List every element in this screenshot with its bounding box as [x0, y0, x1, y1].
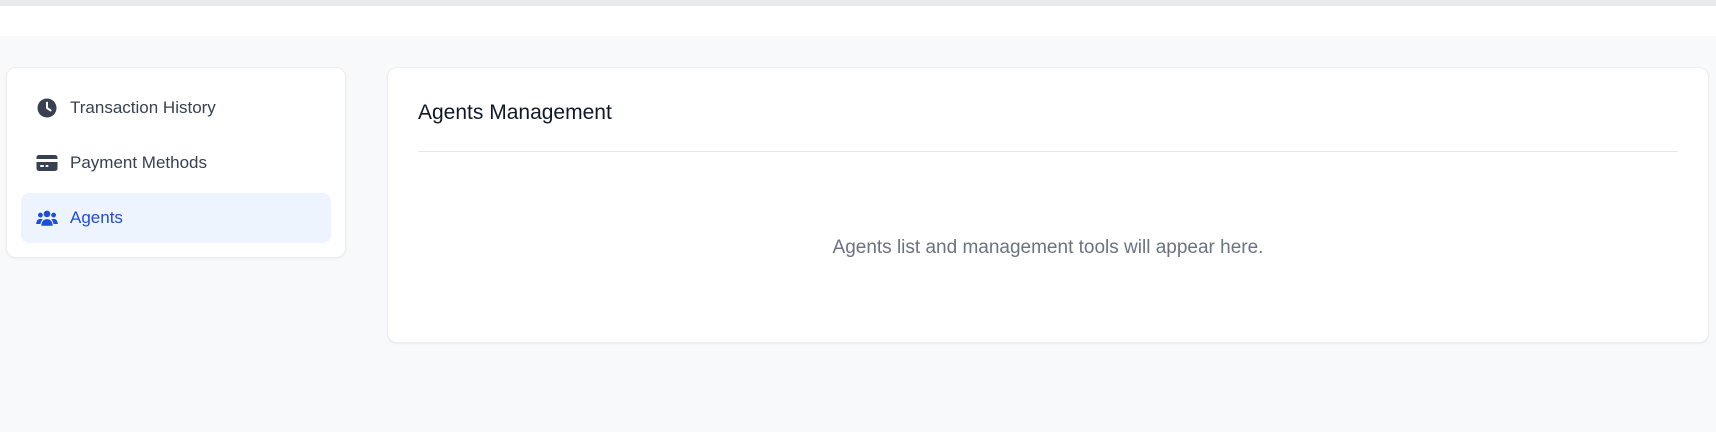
agents-panel: Agents Management Agents list and manage… [387, 67, 1709, 343]
credit-card-icon [36, 152, 58, 174]
clock-icon [36, 97, 58, 119]
sidebar-item-label: Agents [70, 208, 123, 227]
empty-state-message: Agents list and management tools will ap… [832, 237, 1264, 258]
sidebar: Transaction History Payment Methods Agen [6, 67, 346, 258]
top-header [0, 6, 1716, 36]
users-icon [36, 207, 58, 229]
sidebar-item-payment-methods[interactable]: Payment Methods [21, 138, 331, 188]
sidebar-item-label: Payment Methods [70, 153, 208, 172]
sidebar-item-agents[interactable]: Agents [21, 193, 331, 243]
page-title: Agents Management [418, 68, 1678, 152]
sidebar-item-transaction-history[interactable]: Transaction History [21, 83, 331, 133]
sidebar-item-label: Transaction History [70, 98, 216, 117]
